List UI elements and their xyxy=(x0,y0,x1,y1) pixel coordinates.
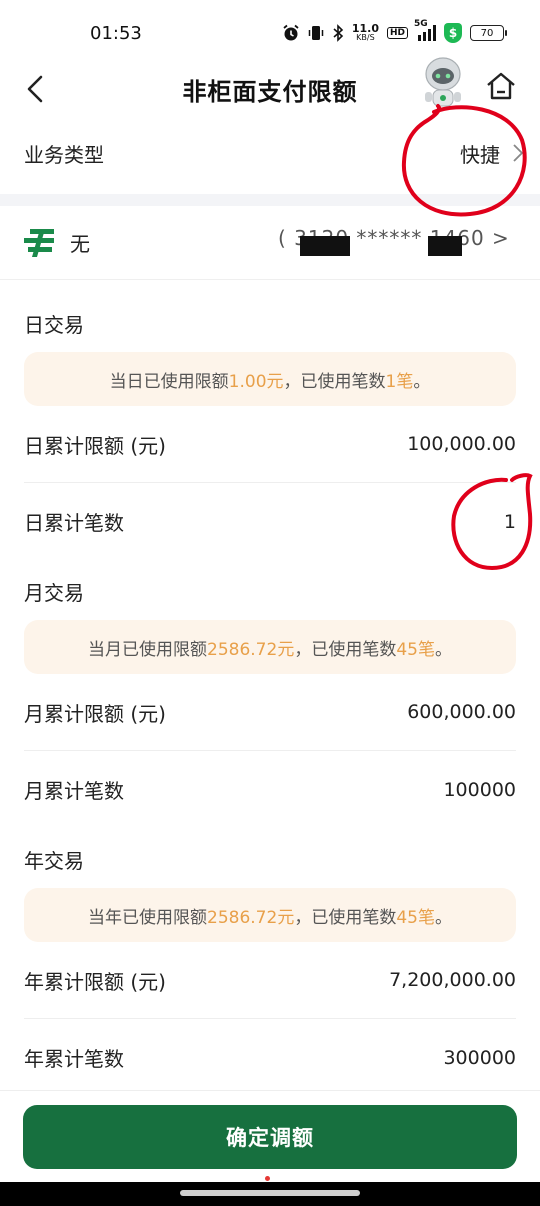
notice-amount: 2586.72元 xyxy=(207,907,295,928)
bluetooth-icon xyxy=(332,24,344,42)
daily-limit-value: 100,000.00 xyxy=(407,433,516,455)
daily-limit-row: 日累计限额 (元) 100,000.00 xyxy=(24,406,516,483)
monthly-limit-label: 月累计限额 (元) xyxy=(24,701,166,726)
business-type-value: 快捷 xyxy=(460,142,500,167)
bottom-action-bar: 确定调额 xyxy=(0,1090,540,1182)
notice-count: 1笔 xyxy=(385,371,414,392)
status-icons: 11.0 KB/S HD 5G $ 70 xyxy=(282,19,507,43)
monthly-count-label: 月累计笔数 xyxy=(24,779,124,803)
yearly-limit-label: 年累计限额 (元) xyxy=(24,969,166,994)
robot-assistant-button[interactable] xyxy=(418,54,468,112)
back-button[interactable] xyxy=(20,72,50,106)
business-type-label: 业务类型 xyxy=(24,142,104,167)
daily-section: 日交易 当日已使用限额 1.00元 ，已使用笔数 1笔 。 日累计限额 (元) … xyxy=(0,280,540,560)
chevron-right-icon xyxy=(513,144,524,162)
yearly-count-row: 年累计笔数 300000 xyxy=(24,1019,516,1096)
daily-count-row: 日累计笔数 1 xyxy=(24,483,516,560)
network-speed-value: 11.0 xyxy=(351,22,379,35)
daily-count-value: 1 xyxy=(503,510,516,533)
notice-amount: 2586.72元 xyxy=(207,639,295,660)
monthly-section: 月交易 当月已使用限额 2586.72元 ，已使用笔数 45笔 。 月累计限额 … xyxy=(0,560,540,828)
monthly-title: 月交易 xyxy=(24,581,84,605)
yearly-section: 年交易 当年已使用限额 2586.72元 ，已使用笔数 45笔 。 年累计限额 … xyxy=(0,828,540,1096)
battery-icon: 70 xyxy=(470,25,507,41)
notice-text: 。 xyxy=(434,639,452,660)
daily-notice: 当日已使用限额 1.00元 ，已使用笔数 1笔 。 xyxy=(24,352,516,406)
nav-bar: 非柜面支付限额 xyxy=(0,57,540,112)
status-time: 01:53 xyxy=(90,22,142,44)
notice-text: ，已使用笔数 xyxy=(283,371,386,392)
notice-count: 45笔 xyxy=(396,639,435,660)
daily-count-label: 日累计笔数 xyxy=(24,511,124,535)
notice-text: 当年已使用限额 xyxy=(88,907,208,928)
postal-bank-logo-icon xyxy=(24,228,54,257)
redaction-bar xyxy=(300,236,350,256)
battery-level: 70 xyxy=(480,27,494,39)
notice-text: ，已使用笔数 xyxy=(294,639,397,660)
notice-text: 。 xyxy=(413,371,431,392)
notice-count: 45笔 xyxy=(396,907,435,928)
yearly-count-label: 年累计笔数 xyxy=(24,1047,124,1071)
notice-text: 。 xyxy=(434,907,452,928)
vibrate-icon xyxy=(308,24,324,42)
daily-limit-label: 日累计限额 (元) xyxy=(24,433,166,458)
business-type-selector[interactable]: 快捷 xyxy=(460,139,524,168)
notice-text: 当日已使用限额 xyxy=(109,371,229,392)
notice-amount: 1.00元 xyxy=(228,371,284,392)
monthly-notice: 当月已使用限额 2586.72元 ，已使用笔数 45笔 。 xyxy=(24,620,516,674)
monthly-count-row: 月累计笔数 100000 xyxy=(24,751,516,828)
home-gesture-handle[interactable] xyxy=(180,1190,360,1196)
redaction-bar xyxy=(428,236,462,256)
back-arrow-icon xyxy=(27,75,43,103)
monthly-limit-value: 600,000.00 xyxy=(407,701,516,723)
home-icon xyxy=(487,72,515,100)
alarm-icon xyxy=(282,24,300,42)
yearly-notice: 当年已使用限额 2586.72元 ，已使用笔数 45笔 。 xyxy=(24,888,516,942)
robot-assistant-icon xyxy=(425,57,461,107)
signal-icon: 5G xyxy=(414,19,436,41)
yearly-title: 年交易 xyxy=(24,849,84,873)
yearly-limit-value: 7,200,000.00 xyxy=(389,969,516,991)
page-title: 非柜面支付限额 xyxy=(182,77,358,106)
notice-text: ，已使用笔数 xyxy=(294,907,397,928)
daily-title: 日交易 xyxy=(24,313,84,337)
divider xyxy=(0,194,540,206)
monthly-count-value: 100000 xyxy=(443,778,516,801)
account-name: 无 xyxy=(70,232,90,256)
confirm-adjust-button[interactable]: 确定调额 xyxy=(23,1105,517,1169)
page-indicator-dot xyxy=(265,1176,270,1181)
yearly-count-value: 300000 xyxy=(443,1046,516,1069)
signal-label: 5G xyxy=(414,19,428,29)
hd-badge: HD xyxy=(386,27,408,39)
network-speed: 11.0 KB/S xyxy=(351,22,379,42)
monthly-limit-row: 月累计限额 (元) 600,000.00 xyxy=(24,674,516,751)
notice-text: 当月已使用限额 xyxy=(88,639,208,660)
shield-icon: $ xyxy=(444,23,462,43)
business-type-row[interactable]: 业务类型 快捷 xyxy=(0,112,540,194)
yearly-limit-row: 年累计限额 (元) 7,200,000.00 xyxy=(24,942,516,1019)
home-button[interactable] xyxy=(484,70,518,104)
